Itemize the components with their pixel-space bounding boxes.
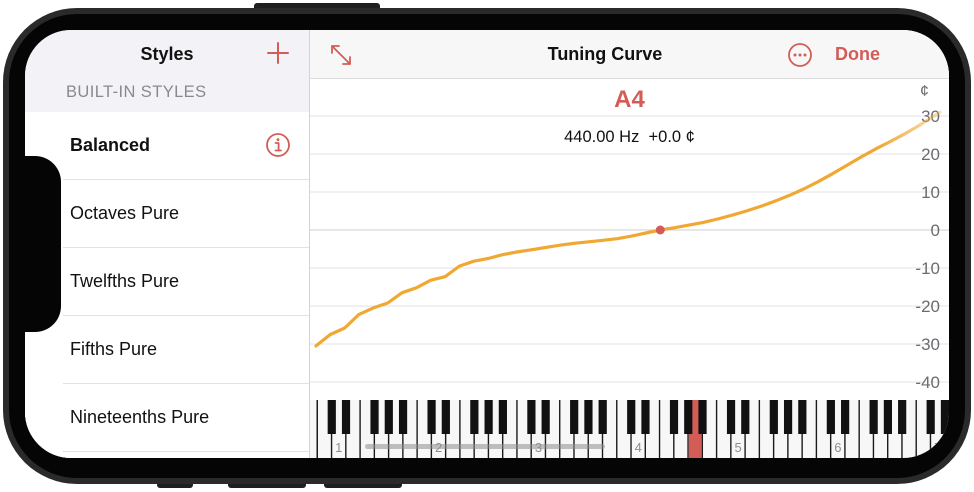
- tuning-curve-line: [314, 110, 942, 348]
- style-item-label: Balanced: [70, 135, 151, 155]
- piano-black-key[interactable]: [669, 400, 679, 434]
- piano-black-key[interactable]: [798, 400, 807, 434]
- y-tick-label: -40: [915, 373, 940, 392]
- styles-sidebar: Styles BUILT-IN STYLES Balanced Octaves …: [25, 30, 310, 458]
- octave-label: 4: [635, 440, 642, 455]
- octave-label: 1: [335, 440, 342, 455]
- octave-label: 2: [435, 440, 442, 455]
- style-item-balanced[interactable]: Balanced: [25, 112, 309, 180]
- octave-label: 3: [535, 440, 542, 455]
- selected-note-marker: [655, 225, 665, 235]
- piano-black-key[interactable]: [926, 400, 935, 434]
- piano-black-key[interactable]: [427, 400, 436, 434]
- y-tick-label: -20: [915, 297, 940, 316]
- piano-black-key[interactable]: [726, 400, 736, 434]
- y-tick-label: 0: [931, 221, 940, 240]
- piano-black-key[interactable]: [741, 400, 750, 434]
- tuning-curve-panel: Tuning Curve Done 30 20 10 0 -10 -20 -30 -40 A4…: [310, 30, 949, 458]
- piano-black-key[interactable]: [498, 400, 507, 434]
- piano-black-key[interactable]: [684, 400, 693, 434]
- section-header-built-in: BUILT-IN STYLES: [66, 83, 207, 101]
- keyboard-scrubber[interactable]: [365, 444, 605, 449]
- piano-black-key[interactable]: [441, 400, 450, 434]
- plus-icon[interactable]: [265, 40, 291, 66]
- piano-black-key[interactable]: [398, 400, 408, 434]
- piano-black-key[interactable]: [541, 400, 550, 434]
- selected-note-readout: 440.00 Hz +0.0 ¢: [310, 128, 949, 147]
- piano-black-key[interactable]: [883, 400, 892, 434]
- phone-frame: Styles BUILT-IN STYLES Balanced Octaves …: [0, 0, 974, 492]
- style-item-label: Nineteenths Pure: [70, 407, 210, 427]
- y-tick-label: 20: [921, 145, 940, 164]
- row-divider: [63, 451, 309, 452]
- piano-black-key[interactable]: [570, 400, 579, 434]
- piano-black-key[interactable]: [484, 400, 493, 434]
- piano-black-key[interactable]: [584, 400, 593, 434]
- note-frequency: 440.00 Hz: [564, 128, 640, 146]
- piano-black-key[interactable]: [370, 400, 379, 434]
- cents-unit-label: ¢: [920, 83, 929, 100]
- piano-black-key[interactable]: [783, 400, 793, 434]
- piano-keyboard[interactable]: 1 2 3 4 5 6 7: [310, 400, 949, 458]
- piano-black-key[interactable]: [698, 400, 707, 434]
- piano-black-key[interactable]: [641, 400, 650, 434]
- octave-label: 7: [934, 440, 941, 455]
- piano-black-key[interactable]: [470, 400, 479, 434]
- y-tick-label: -30: [915, 335, 940, 354]
- styles-list: Balanced Octaves Pure Twelfths Pure Fift…: [25, 112, 309, 458]
- info-circle-icon[interactable]: [265, 132, 291, 158]
- style-item-nineteenths-pure[interactable]: Nineteenths Pure: [25, 384, 309, 452]
- piano-black-key[interactable]: [527, 400, 536, 434]
- piano-black-key[interactable]: [898, 400, 907, 434]
- piano-black-key[interactable]: [826, 400, 835, 434]
- y-tick-label: 10: [921, 183, 940, 202]
- piano-black-key[interactable]: [940, 400, 949, 434]
- selected-note-name: A4: [614, 86, 645, 113]
- octave-label: 6: [834, 440, 841, 455]
- piano-white-key[interactable]: [310, 400, 317, 458]
- piano-black-key[interactable]: [341, 400, 351, 434]
- octave-label: 5: [734, 440, 741, 455]
- y-tick-label: -10: [915, 259, 940, 278]
- piano-black-key[interactable]: [627, 400, 636, 434]
- piano-black-key[interactable]: [598, 400, 607, 434]
- style-item-label: Octaves Pure: [70, 203, 180, 223]
- style-item-twelfths-pure[interactable]: Twelfths Pure: [25, 248, 309, 316]
- piano-black-key[interactable]: [841, 400, 850, 434]
- piano-black-key[interactable]: [769, 400, 778, 434]
- style-item-label: Twelfths Pure: [70, 271, 180, 291]
- screen: Styles BUILT-IN STYLES Balanced Octaves …: [25, 30, 949, 458]
- note-cents: +0.0 ¢: [648, 128, 695, 146]
- style-item-octaves-pure[interactable]: Octaves Pure: [25, 180, 309, 248]
- style-item-label: Fifths Pure: [70, 339, 158, 359]
- camera-notch: [25, 156, 61, 332]
- piano-black-key[interactable]: [327, 400, 336, 434]
- piano-black-key[interactable]: [869, 400, 878, 434]
- piano-black-key[interactable]: [384, 400, 393, 434]
- style-item-fifths-pure[interactable]: Fifths Pure: [25, 316, 309, 384]
